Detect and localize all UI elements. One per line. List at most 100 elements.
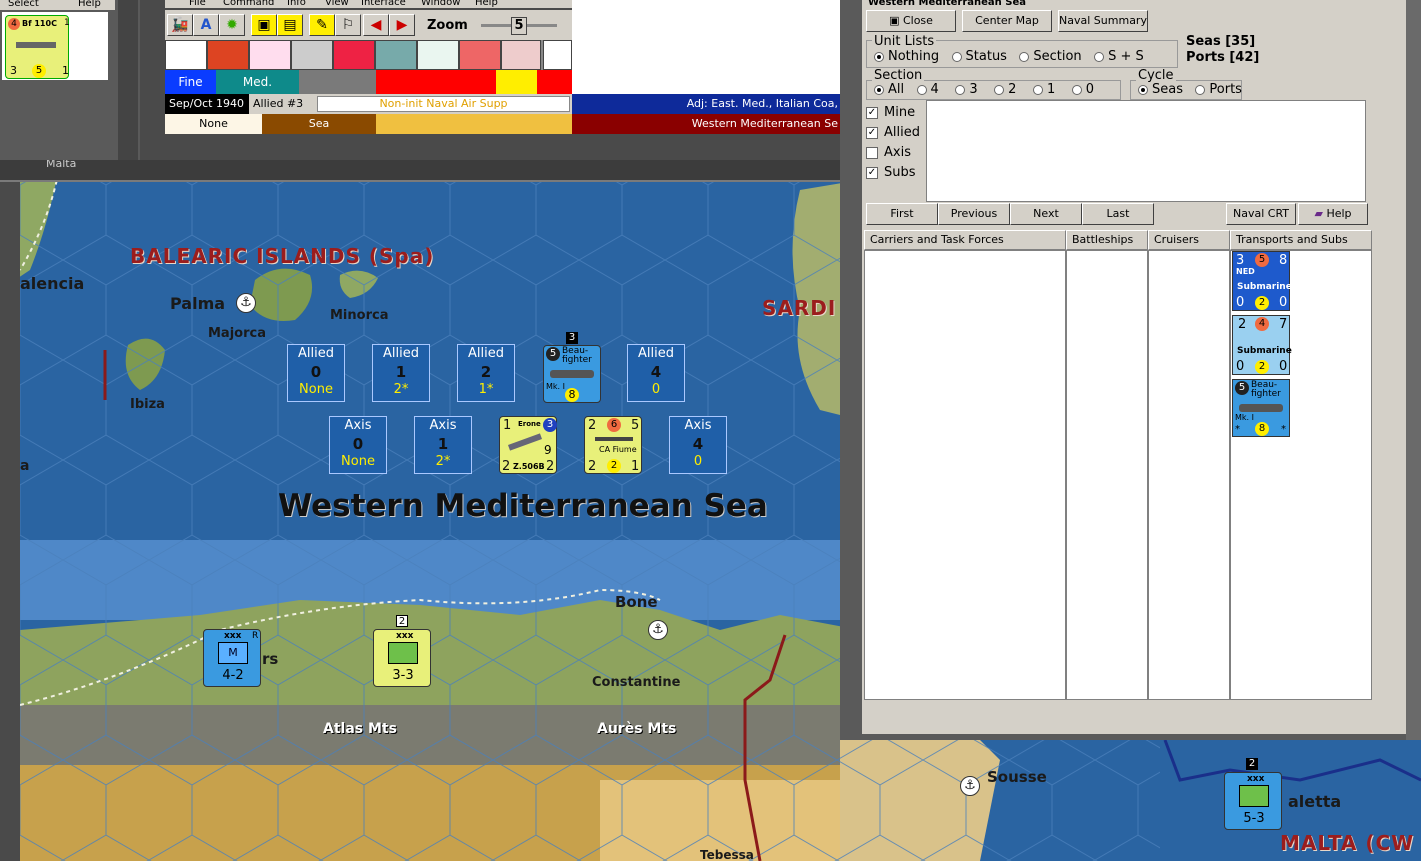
last-button[interactable]: Last [1082,203,1154,225]
menu-view[interactable]: View [325,0,349,8]
axis-section-1[interactable]: Axis 1 2* [414,416,472,474]
cycle-options: Seas Ports [1138,82,1242,97]
arrow-right-icon[interactable]: ▶ [389,14,415,36]
japan-flag-icon[interactable] [249,40,291,70]
radio-nothing[interactable]: Nothing [874,49,939,64]
radio-label: 1 [1046,82,1056,97]
erone-counter[interactable]: 1 Erone 3 9 2 Z.506B 2 [499,416,557,474]
menu-file[interactable]: File [189,0,206,8]
train-icon[interactable]: 🚂 [167,14,193,36]
uk-flag-icon[interactable] [375,40,417,70]
select-content: 4 Bf 110C 1 3 5 1 [2,12,108,80]
map-left-scrollbar[interactable] [0,182,20,861]
menu-window[interactable]: Window [421,0,460,8]
previous-button[interactable]: Previous [938,203,1010,225]
naval-window-titlebar[interactable]: Western Mediterranean Sea [862,0,1406,8]
beaufighter-counter-list[interactable]: 5 Beau-fighter Mk. I * 8 * [1232,379,1290,437]
submarine-counter-ned[interactable]: 3 NED 5 8 Submarine 0 2 0 [1232,251,1292,311]
red-cell [376,70,496,94]
allied-section-0[interactable]: Allied 0 None [287,344,345,402]
transports-list[interactable]: 3 NED 5 8 Submarine 0 2 0 2 4 7 Submarin… [1230,250,1372,700]
port-icon[interactable]: ⚓ [648,620,668,640]
corps-counter-manchester[interactable]: xxx R M 4-2 [203,629,261,687]
radio-ports[interactable]: Ports [1195,82,1242,97]
help-button[interactable]: ▰ Help [1298,203,1368,225]
counter-tl: 2 [1238,317,1247,332]
radio-seas[interactable]: Seas [1138,82,1183,97]
unit-a-icon[interactable]: ▣ [251,14,277,36]
section-num: 1 [437,435,449,453]
filter-subs[interactable]: ✓ Subs [866,163,920,183]
gear-icon[interactable]: ✹ [219,14,245,36]
center-map-button[interactable]: Center Map [962,10,1052,32]
arrow-left-icon[interactable]: ◀ [363,14,389,36]
ussr-flag-icon[interactable] [501,40,541,70]
radio-3[interactable]: 3 [955,82,978,97]
target-icon[interactable] [543,40,572,70]
filter-allied[interactable]: ✓ Allied [866,123,920,143]
axis-section-0[interactable]: Axis 0 None [329,416,387,474]
section-title: Section [872,68,925,83]
cruisers-list[interactable] [1148,250,1230,700]
next-button[interactable]: Next [1010,203,1082,225]
section-label: Axis [344,418,372,433]
naval-summary-button[interactable]: Naval Summary [1058,10,1148,32]
port-icon[interactable]: ⚓ [236,293,256,313]
blank-flag-icon[interactable] [291,40,333,70]
section-num: 4 [650,363,662,381]
select-tab[interactable]: Select [8,0,39,9]
radio-status[interactable]: Status [951,49,1007,64]
filter-axis[interactable]: Axis [866,143,920,163]
china-flag-icon[interactable] [333,40,375,70]
allied-section-1[interactable]: Allied 1 2* [372,344,430,402]
allied-section-4[interactable]: Allied 4 0 [627,344,685,402]
filter-mine[interactable]: ✓ Mine [866,103,920,123]
flag-icon[interactable]: ⚐ [335,14,361,36]
radio-ss[interactable]: S + S [1094,49,1144,64]
pencil-icon[interactable]: ✎ [309,14,335,36]
counter-br: 0 [1279,295,1288,310]
menu-help[interactable]: Help [475,0,498,8]
allied-section-2[interactable]: Allied 2 1* [457,344,515,402]
menu-interface[interactable]: Interface [361,0,406,8]
germany-flag-icon[interactable] [165,40,207,70]
france-flag-icon[interactable] [417,40,459,70]
unit-list-box[interactable] [926,100,1366,202]
select-help[interactable]: Help [78,0,101,9]
zoom-thumb[interactable]: 5 [511,17,527,35]
naval-scrollbar[interactable] [1406,0,1421,740]
radio-2[interactable]: 2 [994,82,1016,97]
zoom-label: Zoom [427,18,468,33]
port-icon[interactable]: ⚓ [960,776,980,796]
usa-flag-icon[interactable] [459,40,501,70]
beaufighter-counter[interactable]: 5 Beau-fighter Mk. I 8 [543,345,601,403]
counter-nation: NED [1236,267,1255,276]
unit-b-icon[interactable]: ▤ [277,14,303,36]
menu-command[interactable]: Command [223,0,274,8]
map-window-titlebar[interactable]: Malta [0,157,840,182]
corps-counter-malta[interactable]: xxx 5-3 [1224,772,1282,830]
submarine-counter[interactable]: 2 4 7 Submarine 0 2 0 [1232,315,1292,375]
radio-section[interactable]: Section [1019,49,1082,64]
battleships-list[interactable] [1066,250,1148,700]
text-a-icon[interactable]: A [193,14,219,36]
corps-counter-ccnn[interactable]: xxx 3-3 [373,629,431,687]
carriers-list[interactable] [864,250,1066,700]
select-scrollbar[interactable] [118,0,138,160]
axis-section-4[interactable]: Axis 4 0 [669,416,727,474]
menu-info[interactable]: Info [287,0,306,8]
radio-4[interactable]: 4 [916,82,939,97]
radio-1[interactable]: 1 [1032,82,1056,97]
aircraft-icon [507,433,543,451]
first-button[interactable]: First [866,203,938,225]
counter-name: Beau-fighter [562,346,592,365]
radio-label: Section [1033,49,1082,64]
swiss-flag-icon[interactable] [207,40,249,70]
fiume-counter[interactable]: 2 6 5 CA Fiume 2 2 1 [584,416,642,474]
counter-name: Erone [518,420,541,428]
radio-all[interactable]: All [874,82,904,97]
naval-crt-button[interactable]: Naval CRT [1226,203,1296,225]
bf110-counter[interactable]: 4 Bf 110C 1 3 5 1 [5,15,70,79]
radio-0[interactable]: 0 [1071,82,1094,97]
close-button[interactable]: ▣ Close [866,10,956,32]
